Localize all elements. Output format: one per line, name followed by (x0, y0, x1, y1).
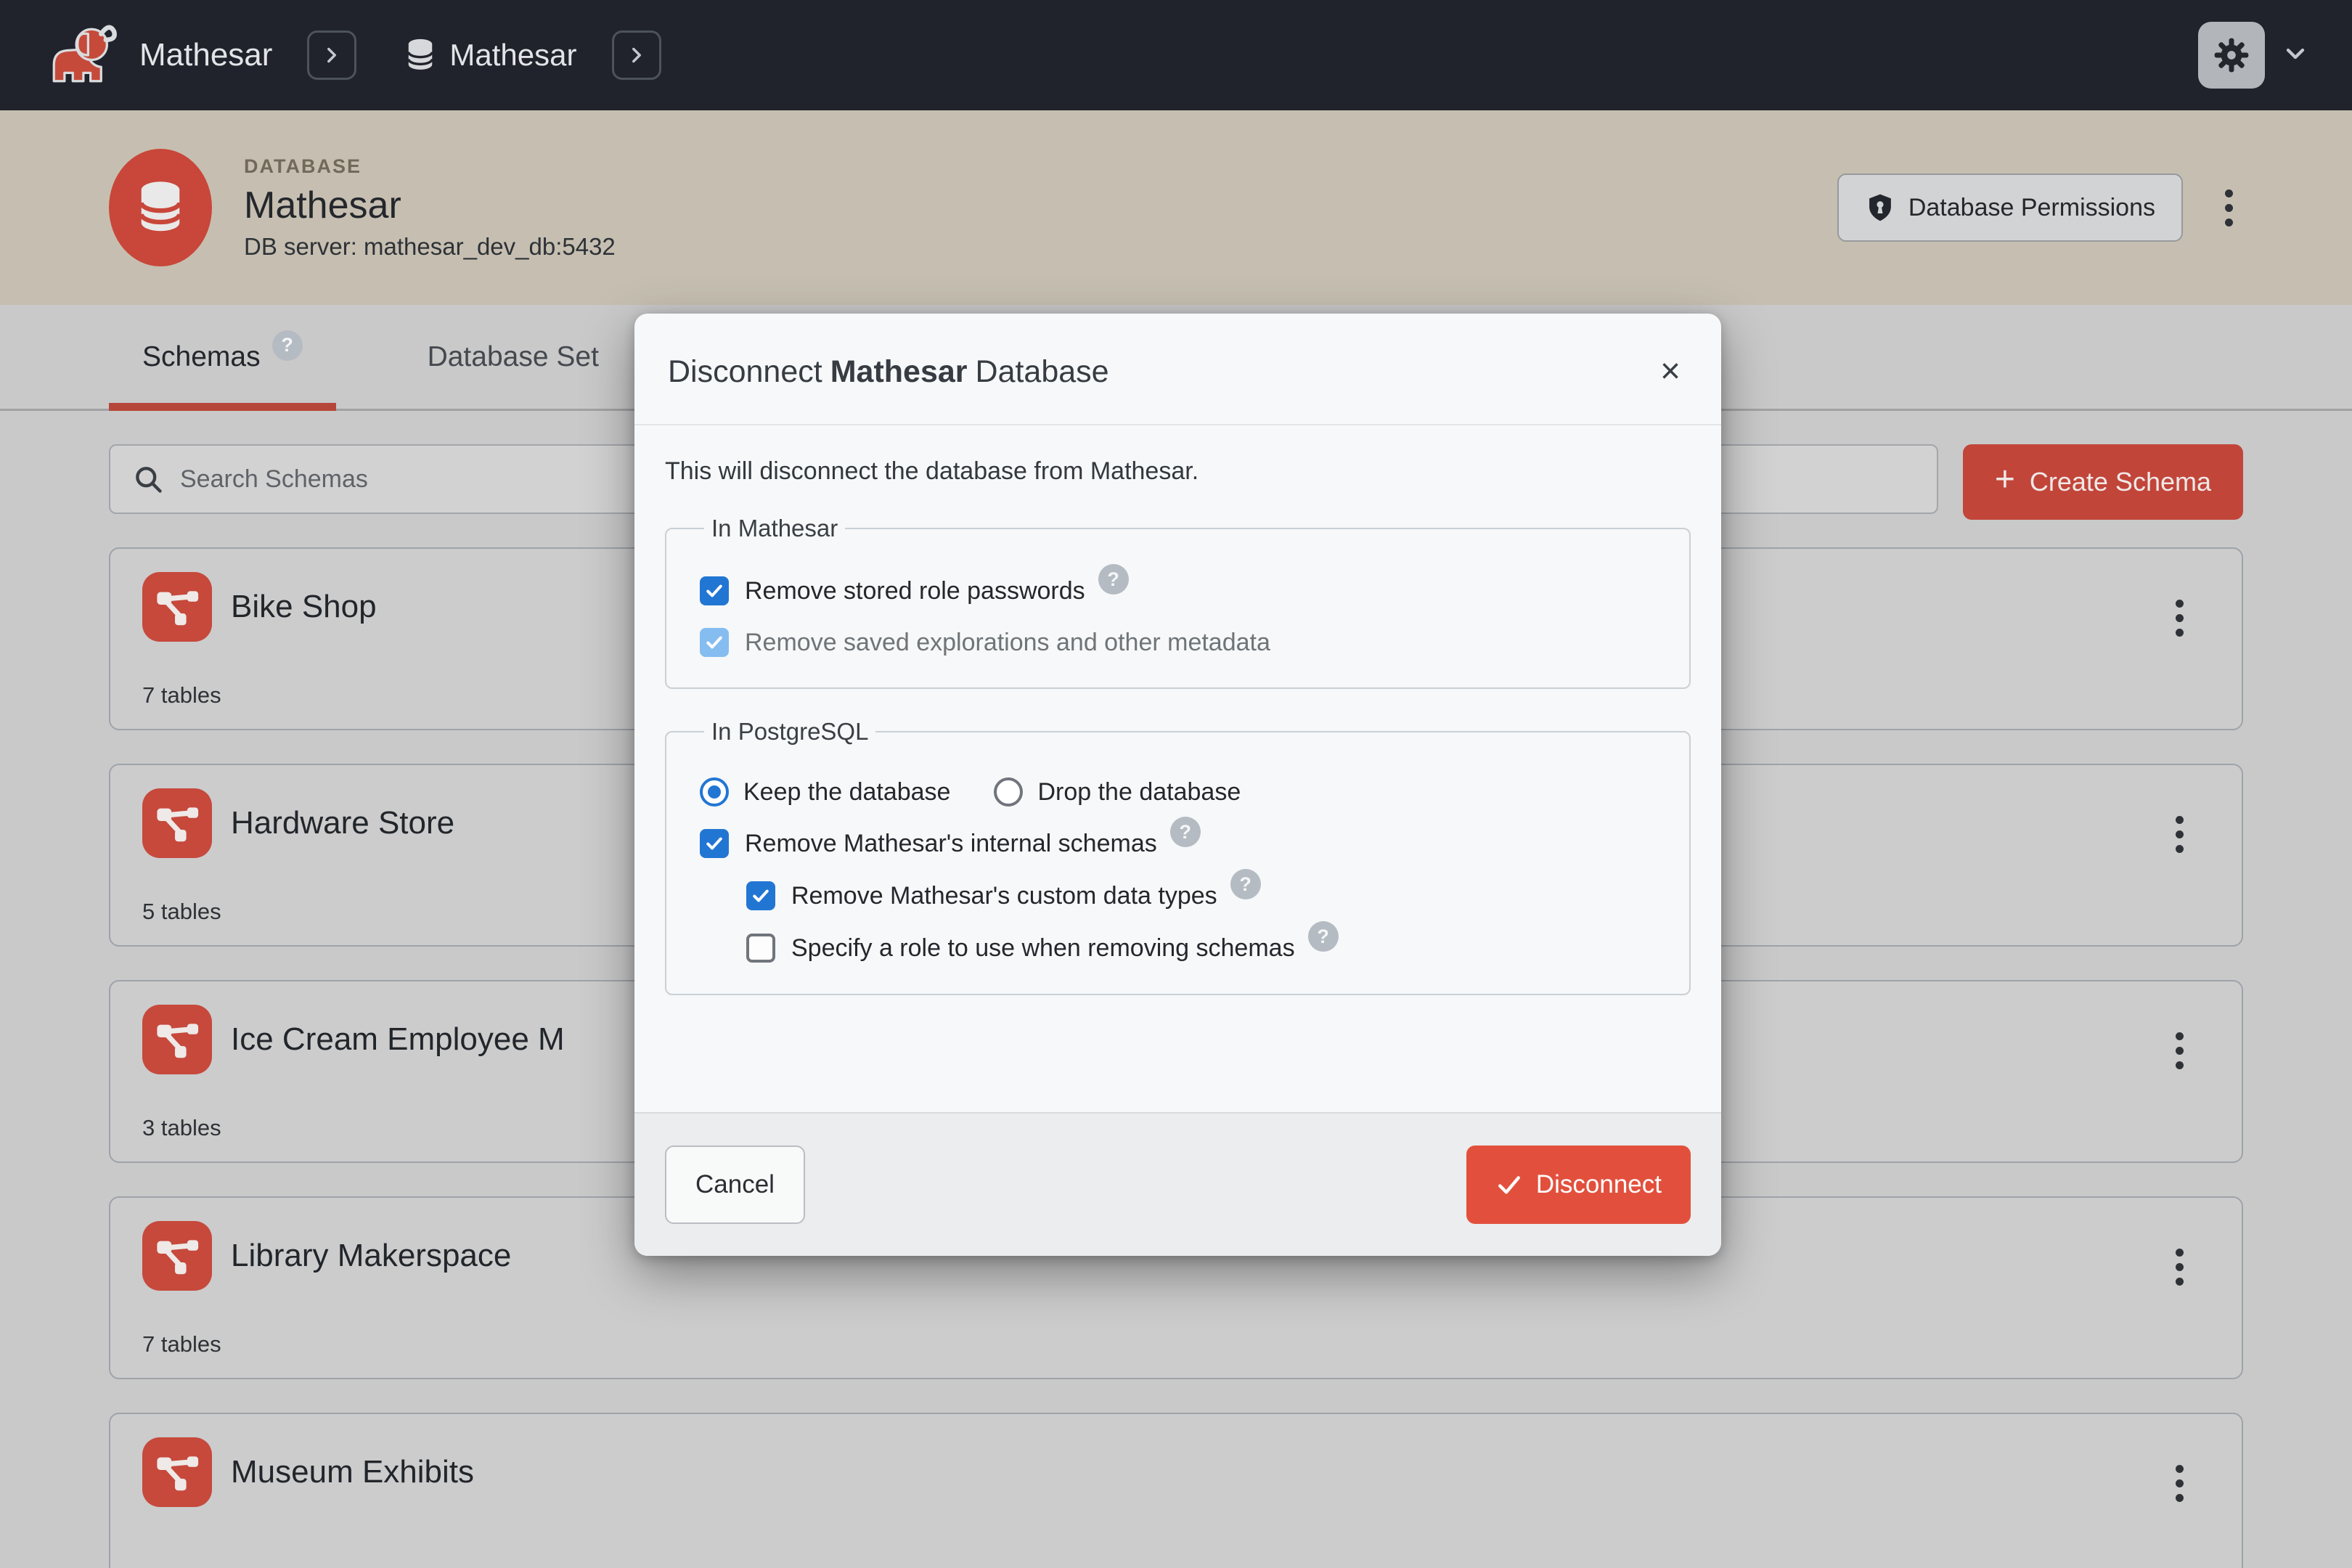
chevron-right-icon (624, 43, 649, 68)
database-icon (401, 36, 439, 74)
in-mathesar-group: In Mathesar Remove stored role passwords… (665, 515, 1691, 689)
in-mathesar-legend: In Mathesar (704, 515, 845, 542)
top-navbar: Mathesar Mathesar (0, 0, 2352, 110)
schemas-help-icon[interactable]: ? (272, 330, 303, 361)
drop-database-label: Drop the database (1037, 778, 1241, 807)
schema-icon (142, 1005, 212, 1074)
plus-icon: + (1995, 462, 2015, 497)
specify-role-label: Specify a role to use when removing sche… (791, 934, 1295, 963)
check-icon (704, 581, 724, 601)
remove-metadata-option: Remove saved explorations and other meta… (700, 628, 1656, 657)
search-icon (132, 463, 164, 495)
database-header: DATABASE Mathesar DB server: mathesar_de… (0, 110, 2352, 305)
create-schema-label: Create Schema (2030, 467, 2211, 497)
check-icon (704, 632, 724, 653)
database-fate-radio-group: Keep the database Drop the database (700, 777, 1656, 807)
check-icon (1495, 1171, 1523, 1199)
database-actions-menu[interactable] (2215, 179, 2243, 237)
remove-internal-schemas-option[interactable]: Remove Mathesar's internal schemas ? (700, 828, 1656, 859)
schema-name: Hardware Store (231, 805, 454, 841)
chevron-right-icon (319, 43, 344, 68)
chevron-down-icon (2281, 39, 2310, 68)
entity-kicker: DATABASE (244, 155, 616, 178)
disconnect-label: Disconnect (1536, 1170, 1662, 1199)
schema-name: Museum Exhibits (231, 1454, 474, 1490)
in-postgresql-legend: In PostgreSQL (704, 718, 875, 746)
help-icon[interactable]: ? (1098, 564, 1129, 595)
modal-body: This will disconnect the database from M… (634, 425, 1721, 1112)
modal-header: DisconnectMathesarDatabase × (634, 314, 1721, 425)
breadcrumb-database-label: Mathesar (449, 38, 576, 73)
remove-metadata-label: Remove saved explorations and other meta… (745, 629, 1270, 657)
remove-internal-schemas-label: Remove Mathesar's internal schemas (745, 830, 1157, 858)
remove-custom-types-checkbox-checked[interactable] (746, 881, 775, 910)
close-icon[interactable]: × (1653, 351, 1688, 392)
tab-schemas[interactable]: Schemas ? (109, 305, 336, 409)
schema-table-count: 7 tables (142, 682, 221, 709)
check-icon (751, 886, 771, 906)
schema-table-count: 7 tables (142, 1331, 221, 1357)
remove-internal-schemas-checkbox-checked[interactable] (700, 829, 729, 858)
database-permissions-button[interactable]: Database Permissions (1837, 173, 2183, 242)
settings-menu-button[interactable] (2198, 22, 2265, 89)
drop-database-radio[interactable] (994, 777, 1023, 807)
keep-database-radio-selected[interactable] (700, 777, 729, 807)
schema-actions-menu[interactable] (2165, 1455, 2194, 1512)
modal-title: DisconnectMathesarDatabase (668, 354, 1109, 390)
gear-icon (2211, 35, 2252, 75)
remove-custom-types-label: Remove Mathesar's custom data types (791, 882, 1217, 910)
schema-icon (142, 572, 212, 642)
tab-database-settings-label: Database Set (428, 341, 599, 373)
schema-actions-menu[interactable] (2165, 589, 2194, 647)
database-avatar (109, 149, 212, 266)
schema-actions-menu[interactable] (2165, 1238, 2194, 1296)
schema-icon (142, 788, 212, 858)
page-title: Mathesar (244, 184, 616, 227)
shield-lock-icon (1865, 192, 1895, 223)
modal-intro-text: This will disconnect the database from M… (665, 457, 1691, 486)
help-icon[interactable]: ? (1230, 869, 1261, 899)
remove-custom-types-option[interactable]: Remove Mathesar's custom data types ? (700, 881, 1656, 911)
specify-role-option[interactable]: Specify a role to use when removing sche… (700, 933, 1656, 963)
schema-icon (142, 1437, 212, 1507)
schema-name: Bike Shop (231, 589, 377, 625)
db-server-info: DB server: mathesar_dev_db:5432 (244, 233, 616, 261)
tab-schemas-label: Schemas (142, 341, 261, 373)
schema-actions-menu[interactable] (2165, 806, 2194, 863)
brand-name[interactable]: Mathesar (139, 37, 272, 73)
breadcrumb-database[interactable]: Mathesar (401, 36, 576, 74)
create-schema-button[interactable]: + Create Schema (1963, 444, 2243, 520)
schema-name: Library Makerspace (231, 1238, 511, 1274)
keep-database-label: Keep the database (743, 778, 950, 807)
modal-footer: Cancel Disconnect (634, 1112, 1721, 1256)
cancel-button[interactable]: Cancel (665, 1146, 805, 1224)
remove-metadata-checkbox-checked-disabled (700, 628, 729, 657)
user-menu-caret[interactable] (2281, 39, 2310, 72)
remove-passwords-checkbox-checked[interactable] (700, 576, 729, 605)
help-icon[interactable]: ? (1170, 817, 1201, 847)
in-postgresql-group: In PostgreSQL Keep the database Drop the… (665, 718, 1691, 995)
disconnect-button[interactable]: Disconnect (1466, 1146, 1691, 1224)
schema-name: Ice Cream Employee M (231, 1021, 565, 1058)
schema-icon (142, 1221, 212, 1291)
mathesar-elephant-logo[interactable] (42, 17, 118, 93)
remove-passwords-option[interactable]: Remove stored role passwords ? (700, 576, 1656, 606)
database-permissions-label: Database Permissions (1908, 194, 2155, 222)
disconnect-database-modal: DisconnectMathesarDatabase × This will d… (634, 314, 1721, 1256)
schema-table-count: 3 tables (142, 1115, 221, 1141)
tab-database-settings[interactable]: Database Set (394, 305, 632, 409)
keep-database-option[interactable]: Keep the database (700, 777, 950, 807)
breadcrumb-expand-button[interactable] (307, 30, 356, 80)
schema-actions-menu[interactable] (2165, 1022, 2194, 1079)
schema-table-count: 5 tables (142, 899, 221, 925)
drop-database-option[interactable]: Drop the database (994, 777, 1241, 807)
database-icon (130, 177, 191, 238)
check-icon (704, 833, 724, 854)
specify-role-checkbox-unchecked[interactable] (746, 934, 775, 963)
help-icon[interactable]: ? (1308, 921, 1339, 952)
breadcrumb-expand-button-2[interactable] (612, 30, 661, 80)
remove-passwords-label: Remove stored role passwords (745, 577, 1085, 605)
schema-card-museum-exhibits[interactable]: Museum Exhibits (109, 1413, 2243, 1568)
